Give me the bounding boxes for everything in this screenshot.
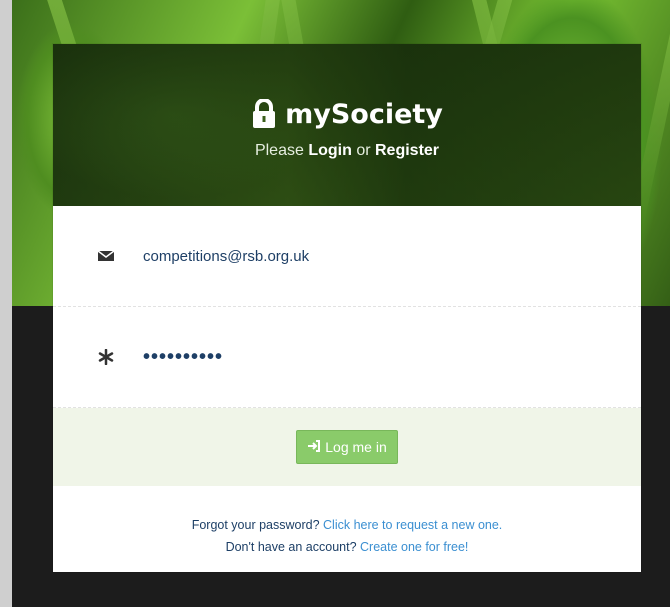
password-field-row[interactable]: •••••••••• <box>53 307 641 408</box>
forgot-password-link[interactable]: Click here to request a new one. <box>323 518 502 532</box>
log-me-in-button[interactable]: Log me in <box>296 430 398 464</box>
create-account-link[interactable]: Create one for free! <box>360 540 468 554</box>
email-field-row[interactable]: competitions@rsb.org.uk <box>53 206 641 307</box>
subtitle-text: Please <box>254 142 309 159</box>
email-field[interactable]: competitions@rsb.org.uk <box>143 248 309 265</box>
sign-in-icon <box>307 439 321 456</box>
register-link[interactable]: Register <box>375 142 439 159</box>
forgot-text: Forgot your password? <box>191 518 320 532</box>
auth-links: Forgot your password? Click here to requ… <box>53 486 641 558</box>
password-field[interactable]: •••••••••• <box>143 346 223 369</box>
header-subtitle: Please Login or Register <box>53 142 641 160</box>
brand: mySociety <box>53 97 641 131</box>
login-link[interactable]: Login <box>308 142 352 159</box>
left-edge-shade <box>0 0 12 607</box>
lock-icon <box>251 98 277 129</box>
envelope-icon <box>97 247 115 265</box>
log-me-in-label: Log me in <box>325 439 387 455</box>
login-card: mySociety Please Login or Register compe… <box>53 44 641 572</box>
submit-area: Log me in <box>53 408 641 486</box>
brand-title: mySociety <box>285 98 443 130</box>
asterisk-icon <box>97 348 115 366</box>
card-header: mySociety Please Login or Register <box>53 44 641 206</box>
forgot-line: Forgot your password? Click here to requ… <box>53 514 641 536</box>
account-line: Don't have an account? Create one for fr… <box>53 536 641 558</box>
account-text: Don't have an account? <box>225 540 357 554</box>
subtitle-or: or <box>351 142 375 159</box>
